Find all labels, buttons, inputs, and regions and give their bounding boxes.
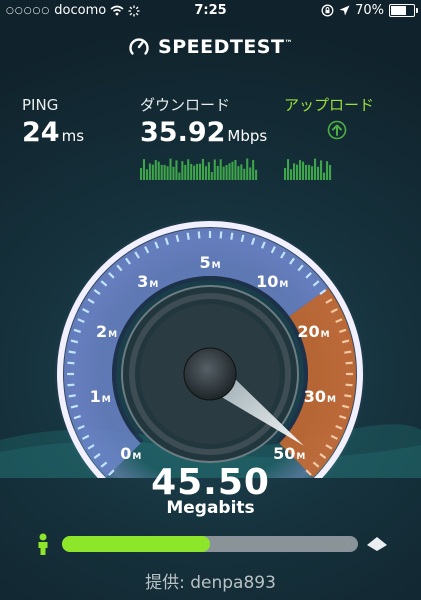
current-speed-unit: Megabits bbox=[166, 498, 255, 518]
gauge-tick-mark bbox=[68, 394, 76, 398]
sparkline-bar bbox=[222, 166, 225, 180]
upload-sparkline bbox=[284, 158, 332, 180]
sparkline-bar bbox=[140, 168, 143, 180]
sparkline-bar bbox=[234, 159, 237, 180]
sparkline-bar bbox=[323, 172, 326, 180]
sparkline-bar bbox=[142, 159, 146, 180]
sparkline-bar bbox=[216, 165, 219, 180]
status-right: 70% bbox=[321, 3, 418, 18]
person-icon bbox=[38, 533, 48, 555]
sparkline-bar bbox=[187, 159, 190, 180]
sparkline-bar bbox=[178, 172, 181, 180]
sparkline-bar bbox=[219, 159, 222, 180]
sparkline-bar bbox=[305, 164, 308, 180]
sparkline-bar bbox=[190, 163, 193, 180]
app-title: SPEEDTEST™ bbox=[158, 36, 293, 58]
battery-percent: 70% bbox=[355, 3, 384, 18]
sparkline-bar bbox=[204, 166, 207, 180]
sparkline-bar bbox=[199, 163, 202, 180]
sparkline-bar bbox=[284, 168, 287, 180]
gauge-tick-mark bbox=[219, 231, 223, 239]
sparkline-bar bbox=[175, 160, 178, 180]
gauge-tick-mark bbox=[186, 232, 190, 240]
sparkline-bar bbox=[317, 166, 320, 180]
sparkline-bar bbox=[255, 169, 258, 180]
sparkline-bar bbox=[299, 160, 302, 180]
sparkline-bar bbox=[172, 166, 175, 180]
download-label: ダウンロード bbox=[140, 96, 231, 114]
sparkline-bar bbox=[329, 164, 332, 180]
ping-value: 24 ms bbox=[22, 117, 85, 148]
sparkline-bar bbox=[201, 158, 205, 180]
sparkline-bar bbox=[163, 164, 166, 180]
sparkline-bar bbox=[320, 160, 323, 180]
sparkline-bar bbox=[237, 166, 240, 180]
sparkline-bar bbox=[207, 162, 210, 180]
sparkline-bar bbox=[290, 169, 293, 180]
test-progress-fill bbox=[62, 536, 210, 552]
upload-label: アップロード bbox=[284, 96, 375, 114]
sparkline-bar bbox=[249, 167, 252, 180]
speedometer-logo-icon bbox=[129, 38, 149, 55]
sparkline-bar bbox=[169, 158, 172, 180]
gauge-tick-mark bbox=[67, 383, 75, 387]
sparkline-bar bbox=[308, 164, 311, 180]
sparkline-bar bbox=[296, 164, 299, 180]
sparkline-bar bbox=[228, 163, 231, 180]
sparkline-bar bbox=[326, 161, 329, 180]
orientation-lock-icon bbox=[321, 4, 334, 17]
sparkline-bar bbox=[287, 159, 290, 180]
sparkline-bar bbox=[157, 161, 160, 180]
sparkline-bar bbox=[166, 166, 169, 180]
download-value: 35.92 Mbps bbox=[140, 117, 268, 148]
ping-label: PING bbox=[22, 96, 59, 114]
sparkline-bar bbox=[154, 160, 157, 180]
gauge-tick-mark bbox=[68, 350, 76, 354]
upload-arrow-icon bbox=[327, 120, 347, 140]
gauge-tick-mark bbox=[345, 383, 353, 387]
test-progress-bar bbox=[62, 536, 358, 552]
sparkline-bar bbox=[311, 166, 314, 180]
gauge-tick-mark bbox=[344, 350, 352, 354]
sparkline-bar bbox=[293, 163, 296, 180]
sparkline-bar bbox=[151, 164, 154, 180]
sparkline-bar bbox=[184, 164, 187, 180]
sparkline-bar bbox=[196, 163, 199, 180]
battery-icon bbox=[389, 4, 418, 17]
sparkline-bar bbox=[302, 161, 305, 180]
current-speed-value: 45.50 bbox=[151, 462, 270, 503]
sparkline-bar bbox=[231, 161, 234, 180]
gauge-tick-mark bbox=[67, 361, 75, 365]
sparkline-bar bbox=[243, 168, 246, 180]
sparkline-bar bbox=[148, 163, 151, 180]
sparkline-bar bbox=[225, 165, 228, 180]
gauge-tick-mark bbox=[344, 394, 352, 398]
sparkline-bar bbox=[160, 164, 163, 180]
sparkline-bar bbox=[181, 161, 184, 180]
status-bar: ○○○○○ docomo 7:25 70% bbox=[0, 0, 421, 22]
speed-gauge: 0M1M2M3M5M10M20M30M50M bbox=[0, 218, 421, 478]
sparkline-bar bbox=[213, 159, 216, 180]
server-upload-icon bbox=[367, 537, 387, 551]
sparkline-bar bbox=[240, 164, 243, 180]
download-sparkline bbox=[140, 158, 258, 180]
sparkline-bar bbox=[314, 158, 317, 180]
gauge-tick-mark bbox=[197, 231, 201, 239]
sparkline-bar bbox=[246, 158, 249, 180]
sparkline-bar bbox=[193, 165, 196, 180]
gauge-tick-mark bbox=[230, 232, 234, 240]
gauge-tick-mark bbox=[345, 361, 353, 365]
app-header: SPEEDTEST™ bbox=[0, 36, 421, 58]
provider-credit: 提供: denpa893 bbox=[145, 573, 276, 593]
sparkline-bar bbox=[145, 169, 148, 180]
sparkline-bar bbox=[252, 160, 255, 180]
location-arrow-icon bbox=[339, 5, 350, 16]
sparkline-bar bbox=[210, 172, 213, 180]
